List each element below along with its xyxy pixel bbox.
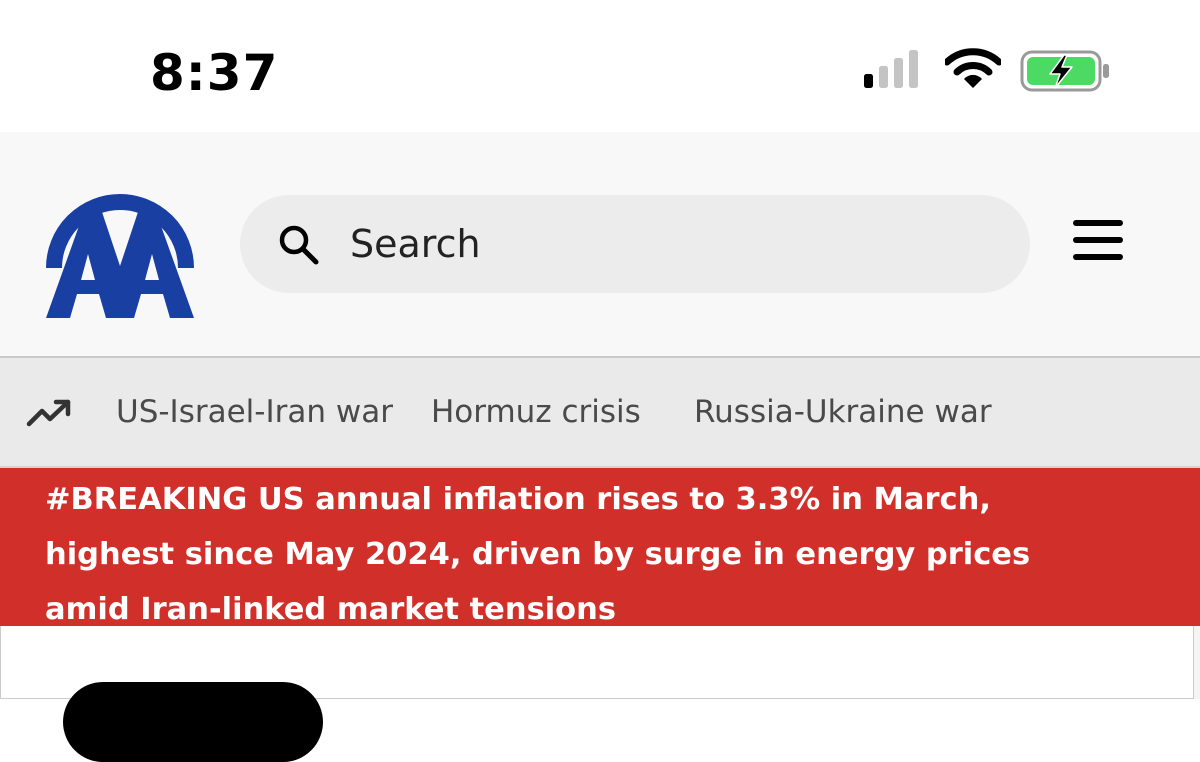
- wifi-icon: [945, 48, 1001, 88]
- trending-topic-russia-ukraine-war[interactable]: Russia-Ukraine war: [694, 392, 992, 432]
- battery-charging-icon: [1020, 50, 1109, 92]
- status-bar: 8:37: [0, 0, 1200, 132]
- search-icon[interactable]: [278, 224, 320, 266]
- trending-bar: US-Israel-Iran war Hormuz crisis Russia-…: [0, 356, 1200, 468]
- cellular-signal-icon: [864, 50, 918, 88]
- news-card: [0, 626, 1194, 762]
- hamburger-menu-icon[interactable]: [1072, 218, 1124, 262]
- app-header: AA: [0, 132, 1200, 356]
- category-pill[interactable]: [63, 682, 323, 762]
- breaking-news-text[interactable]: #BREAKING US annual inflation rises to 3…: [45, 472, 1125, 637]
- aa-logo[interactable]: AA: [44, 170, 196, 320]
- status-time: 8:37: [150, 44, 279, 102]
- content-area: [0, 626, 1200, 762]
- search-input[interactable]: [350, 195, 990, 293]
- breaking-news-banner[interactable]: #BREAKING US annual inflation rises to 3…: [0, 468, 1200, 627]
- trending-topic-hormuz-crisis[interactable]: Hormuz crisis: [431, 392, 641, 432]
- trending-up-icon: [26, 399, 71, 427]
- search-bar[interactable]: [240, 195, 1030, 293]
- trending-topic-us-israel-iran-war[interactable]: US-Israel-Iran war: [116, 392, 393, 432]
